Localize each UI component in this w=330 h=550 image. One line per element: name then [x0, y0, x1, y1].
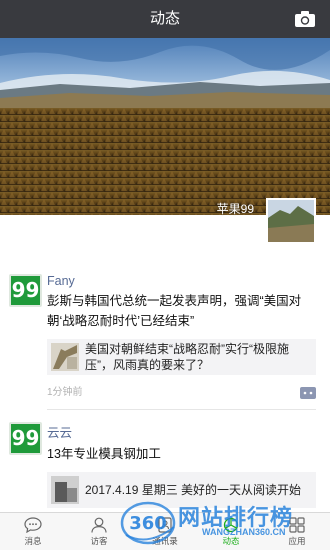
- tab-label: 通讯录: [152, 535, 178, 546]
- user-avatar[interactable]: 99: [9, 274, 42, 307]
- comment-icon[interactable]: [300, 387, 316, 399]
- tab-label: 应用: [288, 535, 306, 546]
- profile-name: 苹果99: [216, 202, 254, 216]
- post-text: 彭斯与韩国代总统一起发表声明，强调“美国对朝‘战略忍耐时代’已经结束”: [47, 294, 302, 328]
- post-meta: 1分钟前: [47, 381, 316, 405]
- share-title: 2017.4.19 星期三 美好的一天从阅读开始: [85, 483, 302, 497]
- user-avatar[interactable]: 99: [9, 422, 42, 455]
- feed-post: 99 Fany 彭斯与韩国代总统一起发表声明，强调“美国对朝‘战略忍耐时代’已经…: [0, 262, 330, 410]
- bottom-tab-bar: 消息 访客 通讯录 动态 应用: [0, 512, 330, 550]
- tab-messages[interactable]: 消息: [0, 513, 66, 550]
- tab-label: 访客: [90, 535, 108, 546]
- tab-moments[interactable]: 动态: [198, 513, 264, 550]
- share-title: 美国对朝鲜结束“战略忍耐”实行“极限施压”，风雨真的要来了？: [85, 342, 289, 372]
- chat-icon: [24, 516, 42, 533]
- tab-contacts[interactable]: 通讯录: [132, 513, 198, 550]
- camera-icon[interactable]: [294, 10, 316, 28]
- moments-icon: [223, 517, 239, 532]
- post-time: 1分钟前: [47, 387, 83, 398]
- tab-apps[interactable]: 应用: [264, 513, 330, 550]
- cover-photo[interactable]: [0, 38, 330, 215]
- tab-visitors[interactable]: 访客: [66, 513, 132, 550]
- apps-icon: [289, 516, 305, 533]
- shared-link-card[interactable]: 2017.4.19 星期三 美好的一天从阅读开始: [47, 472, 316, 508]
- shared-link-card[interactable]: 美国对朝鲜结束“战略忍耐”实行“极限施压”，风雨真的要来了？: [47, 339, 316, 375]
- profile-avatar[interactable]: [266, 198, 316, 244]
- tab-label: 消息: [24, 535, 42, 546]
- user-name[interactable]: Fany: [47, 262, 316, 288]
- share-thumbnail: [51, 343, 79, 371]
- feed-post: 99 云云 13年专业模具钢加工 2017.4.19 星期三 美好的一天从阅读开…: [0, 410, 330, 508]
- contacts-icon: [158, 516, 172, 533]
- feed: 99 Fany 彭斯与韩国代总统一起发表声明，强调“美国对朝‘战略忍耐时代’已经…: [0, 262, 330, 508]
- user-name[interactable]: 云云: [47, 410, 316, 441]
- share-thumbnail: [51, 476, 79, 504]
- top-bar: 动态: [0, 0, 330, 38]
- page-title: 动态: [149, 10, 180, 27]
- person-icon: [91, 517, 107, 533]
- post-text: 13年专业模具钢加工: [47, 447, 161, 461]
- tab-label: 动态: [222, 535, 240, 546]
